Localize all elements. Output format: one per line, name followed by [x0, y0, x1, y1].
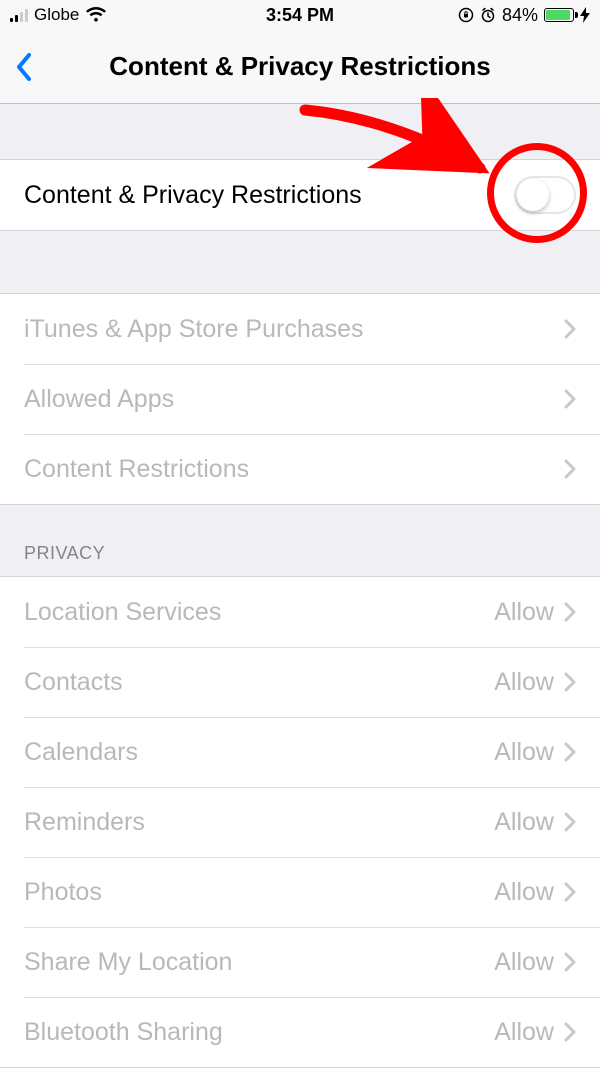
row-value: Allow	[494, 738, 554, 767]
status-bar: Globe 3:54 PM 84%	[0, 0, 600, 30]
row-label: Bluetooth Sharing	[24, 1018, 494, 1047]
chevron-right-icon	[564, 319, 576, 339]
row-label: Content Restrictions	[24, 455, 564, 484]
content-restrictions-row[interactable]: Content Restrictions	[0, 434, 600, 504]
row-value: Allow	[494, 598, 554, 627]
allowed-apps-row[interactable]: Allowed Apps	[0, 364, 600, 434]
row-label: Reminders	[24, 808, 494, 837]
chevron-right-icon	[564, 1022, 576, 1042]
page-title: Content & Privacy Restrictions	[0, 51, 600, 82]
carrier-label: Globe	[34, 5, 79, 25]
row-label: Share My Location	[24, 948, 494, 977]
cellular-signal-icon	[10, 8, 28, 22]
chevron-right-icon	[564, 812, 576, 832]
row-label: iTunes & App Store Purchases	[24, 315, 564, 344]
privacy-section-header: PRIVACY	[0, 505, 600, 576]
alarm-icon	[480, 7, 496, 23]
location-services-row[interactable]: Location Services Allow	[0, 577, 600, 647]
rotation-lock-icon	[458, 7, 474, 23]
chevron-right-icon	[564, 952, 576, 972]
chevron-right-icon	[564, 882, 576, 902]
clock-label: 3:54 PM	[266, 5, 334, 26]
toggle-knob	[517, 179, 549, 211]
chevron-right-icon	[564, 602, 576, 622]
battery-percent-label: 84%	[502, 5, 538, 26]
row-label: Contacts	[24, 668, 494, 697]
chevron-right-icon	[564, 389, 576, 409]
chevron-right-icon	[564, 672, 576, 692]
row-value: Allow	[494, 808, 554, 837]
chevron-right-icon	[564, 459, 576, 479]
wifi-icon	[85, 7, 107, 23]
reminders-row[interactable]: Reminders Allow	[0, 787, 600, 857]
row-value: Allow	[494, 668, 554, 697]
charging-bolt-icon	[580, 7, 590, 23]
share-my-location-row[interactable]: Share My Location Allow	[0, 927, 600, 997]
photos-row[interactable]: Photos Allow	[0, 857, 600, 927]
main-toggle-section: Content & Privacy Restrictions	[0, 159, 600, 231]
row-label: Calendars	[24, 738, 494, 767]
row-label: Photos	[24, 878, 494, 907]
toggle-label: Content & Privacy Restrictions	[24, 181, 514, 210]
itunes-app-store-row[interactable]: iTunes & App Store Purchases	[0, 294, 600, 364]
chevron-right-icon	[564, 742, 576, 762]
settings-section: iTunes & App Store Purchases Allowed App…	[0, 293, 600, 505]
calendars-row[interactable]: Calendars Allow	[0, 717, 600, 787]
row-label: Allowed Apps	[24, 385, 564, 414]
navigation-bar: Content & Privacy Restrictions	[0, 30, 600, 104]
privacy-section: Location Services Allow Contacts Allow C…	[0, 576, 600, 1068]
chevron-left-icon	[14, 51, 34, 83]
row-label: Location Services	[24, 598, 494, 627]
content-privacy-toggle-row[interactable]: Content & Privacy Restrictions	[0, 160, 600, 230]
content-privacy-toggle[interactable]	[514, 176, 576, 214]
back-button[interactable]	[14, 51, 34, 83]
bluetooth-sharing-row[interactable]: Bluetooth Sharing Allow	[0, 997, 600, 1067]
row-value: Allow	[494, 948, 554, 977]
row-value: Allow	[494, 878, 554, 907]
row-value: Allow	[494, 1018, 554, 1047]
battery-icon	[544, 8, 574, 22]
contacts-row[interactable]: Contacts Allow	[0, 647, 600, 717]
